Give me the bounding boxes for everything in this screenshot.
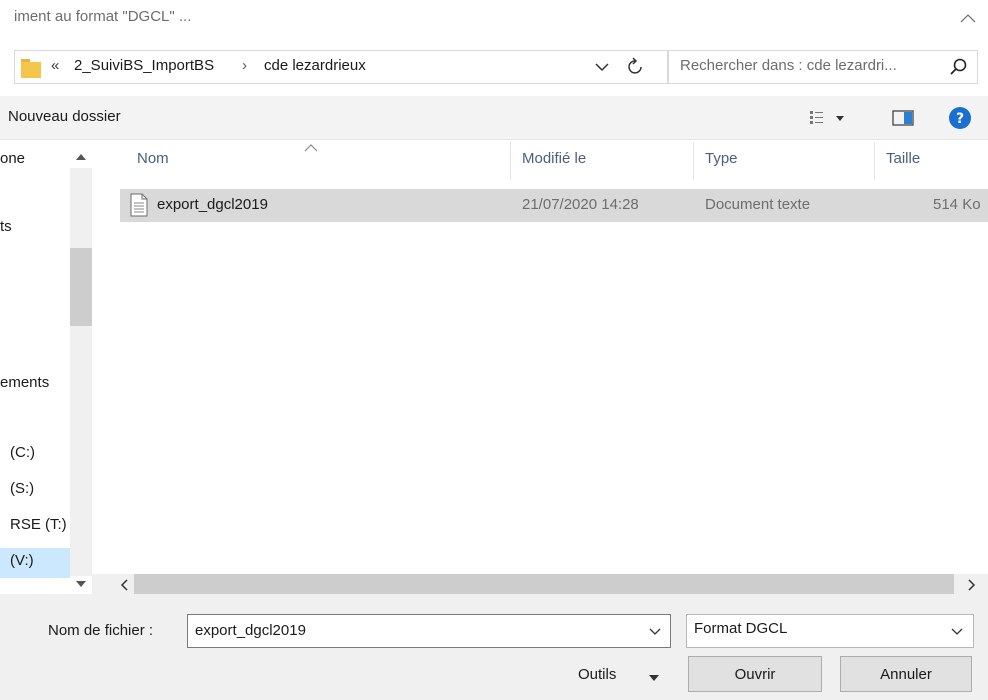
refresh-icon[interactable] <box>622 54 650 80</box>
file-modified: 21/07/2020 14:28 <box>522 196 639 213</box>
nav-item-drive-c[interactable]: (C:) <box>10 444 70 461</box>
nav-item[interactable]: one <box>0 150 70 167</box>
open-button-label[interactable]: Ouvrir <box>688 666 822 683</box>
column-header-name[interactable]: Nom <box>137 150 169 167</box>
nav-item-drive-t[interactable]: RSE (T:) <box>10 516 70 533</box>
column-divider[interactable] <box>693 142 694 180</box>
scroll-right-icon[interactable] <box>962 576 980 594</box>
search-placeholder: Rechercher dans : cde lezardri... <box>680 57 897 74</box>
help-icon[interactable]: ? <box>946 104 974 132</box>
nav-scrollbar-track[interactable] <box>70 168 92 576</box>
preview-pane-icon[interactable] <box>890 106 916 130</box>
column-header-type[interactable]: Type <box>705 150 738 167</box>
caret-down-icon[interactable] <box>648 670 660 681</box>
breadcrumb-separator[interactable]: › <box>242 57 247 74</box>
column-divider[interactable] <box>874 142 875 180</box>
chevron-down-icon[interactable] <box>590 54 614 80</box>
nav-item-drive-v[interactable]: (V:) <box>0 548 70 578</box>
window-title: iment au format "DGCL" ... <box>14 8 192 25</box>
nav-item[interactable]: ements <box>0 374 70 391</box>
filetype-value[interactable]: Format DGCL <box>694 620 787 637</box>
column-divider[interactable] <box>510 142 511 180</box>
breadcrumb-item[interactable]: 2_SuiviBS_ImportBS <box>74 57 214 74</box>
scroll-up-icon[interactable] <box>70 146 92 168</box>
nav-item-drive-s[interactable]: (S:) <box>10 480 70 497</box>
breadcrumb-overflow[interactable]: « <box>51 57 59 74</box>
chevron-down-icon[interactable] <box>946 620 968 642</box>
view-options-icon[interactable] <box>806 106 852 130</box>
column-header-size[interactable]: Taille <box>886 150 920 167</box>
filename-label: Nom de fichier : <box>48 622 154 639</box>
svg-text:?: ? <box>956 111 964 127</box>
chevron-down-icon[interactable] <box>644 620 666 642</box>
file-type: Document texte <box>705 196 811 213</box>
column-header-modified[interactable]: Modifié le <box>522 150 586 167</box>
tools-button[interactable]: Outils <box>578 666 616 683</box>
horizontal-scrollbar-thumb[interactable] <box>134 574 954 594</box>
scroll-left-icon[interactable] <box>116 576 134 594</box>
folder-icon <box>18 55 44 81</box>
file-name[interactable]: export_dgcl2019 <box>157 196 268 213</box>
nav-scrollbar-thumb[interactable] <box>70 248 92 326</box>
collapse-chevron-icon[interactable] <box>956 6 980 30</box>
nav-item[interactable]: ts <box>0 218 70 235</box>
sort-ascending-icon <box>302 140 320 152</box>
breadcrumb-item-current[interactable]: cde lezardrieux <box>264 57 366 74</box>
text-document-icon <box>130 193 148 217</box>
scroll-down-icon[interactable] <box>70 574 92 594</box>
search-icon[interactable] <box>948 56 970 78</box>
filename-value[interactable]: export_dgcl2019 <box>195 622 306 639</box>
file-size: 514 Ko <box>933 196 981 213</box>
cancel-button-label[interactable]: Annuler <box>840 666 972 683</box>
new-folder-button[interactable]: Nouveau dossier <box>0 96 129 140</box>
